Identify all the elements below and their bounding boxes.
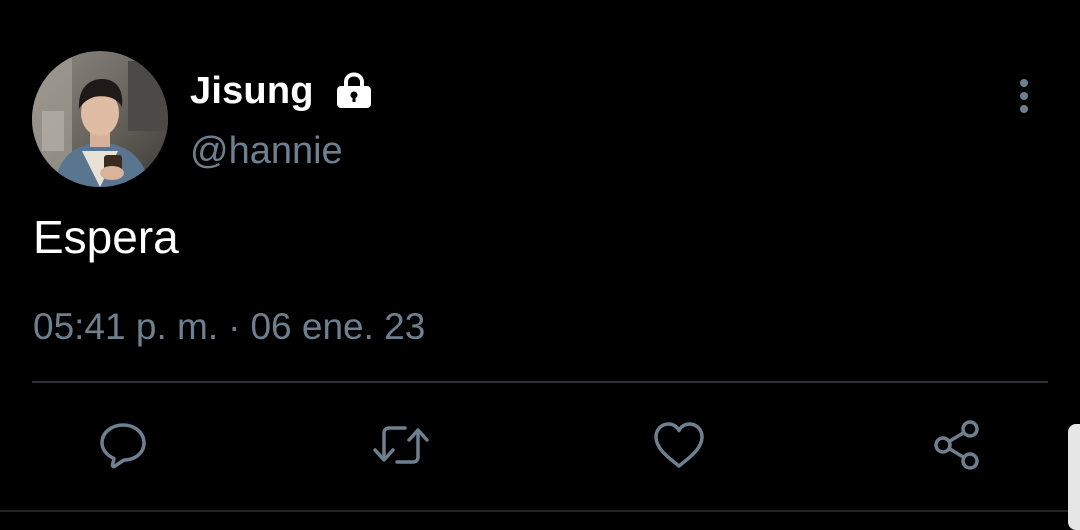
display-name-row: Jisung <box>190 66 374 116</box>
reply-button[interactable] <box>88 410 158 480</box>
retweet-button[interactable] <box>366 410 436 480</box>
heart-icon <box>654 422 704 468</box>
scroll-handle[interactable] <box>1068 424 1080 530</box>
user-handle[interactable]: @hannie <box>190 130 343 173</box>
tweet-detail: Jisung @hannie Espera 05:41 p. m. · 06 e… <box>0 0 1080 530</box>
tweet-date: 06 ene. 23 <box>250 306 426 347</box>
more-vertical-icon[interactable] <box>1010 76 1038 116</box>
lock-icon <box>334 71 374 111</box>
bottom-divider <box>0 510 1080 512</box>
timestamp-separator: · <box>228 306 241 347</box>
tweet-timestamp: 05:41 p. m. · 06 ene. 23 <box>33 306 425 348</box>
avatar[interactable] <box>32 51 168 187</box>
retweet-icon <box>373 426 429 464</box>
share-button[interactable] <box>922 410 992 480</box>
tweet-text: Espera <box>33 211 179 263</box>
tweet-time: 05:41 p. m. <box>33 306 219 347</box>
reply-icon <box>100 423 146 469</box>
tweet-actions <box>0 410 1080 480</box>
like-button[interactable] <box>644 410 714 480</box>
avatar-image <box>32 51 168 187</box>
display-name[interactable]: Jisung <box>190 70 314 113</box>
divider <box>32 381 1048 383</box>
share-icon <box>934 420 979 470</box>
